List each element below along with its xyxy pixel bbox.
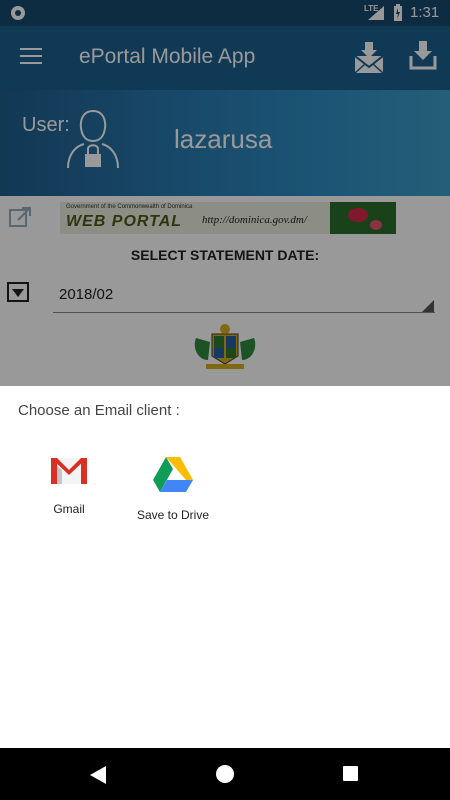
home-icon[interactable] bbox=[216, 765, 234, 783]
app-option-gmail[interactable]: Gmail bbox=[24, 456, 114, 516]
recent-apps-icon[interactable] bbox=[343, 766, 358, 781]
back-icon[interactable] bbox=[90, 766, 106, 784]
chooser-title: Choose an Email client : bbox=[18, 402, 180, 419]
app-option-save-to-drive[interactable]: Save to Drive bbox=[128, 456, 218, 522]
app-label-save-to-drive: Save to Drive bbox=[136, 508, 210, 522]
system-navigation-bar bbox=[0, 748, 450, 800]
google-drive-icon bbox=[153, 457, 193, 492]
gmail-icon bbox=[51, 458, 87, 484]
email-client-chooser: Choose an Email client : Gmail Save to D… bbox=[0, 386, 450, 748]
scrim-overlay[interactable] bbox=[0, 0, 450, 386]
app-label-gmail: Gmail bbox=[53, 502, 85, 516]
